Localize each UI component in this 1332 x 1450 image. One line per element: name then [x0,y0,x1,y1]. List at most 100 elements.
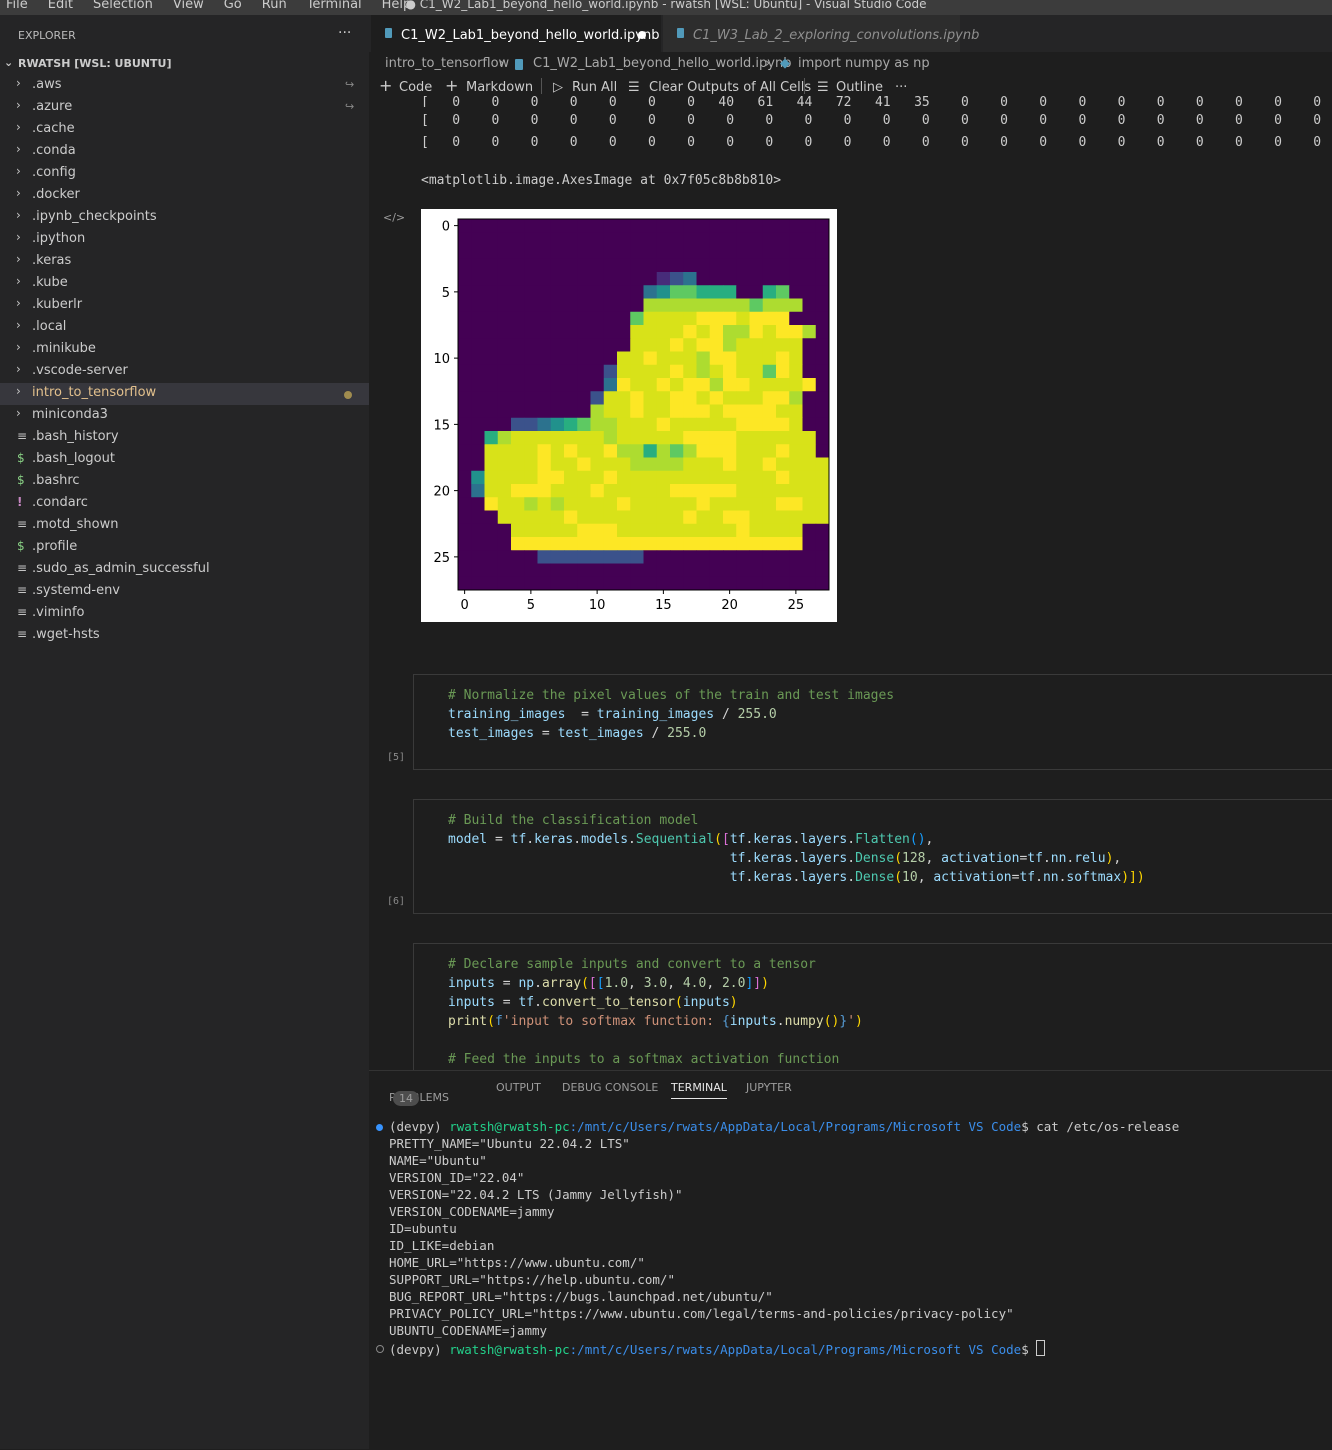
heatmap-cell [590,351,605,366]
heatmap-cell [749,272,764,286]
code-cell[interactable]: # Declare sample inputs and convert to a… [413,943,1332,1071]
tree-item[interactable]: › .local [0,317,369,339]
heatmap-cell [590,523,605,538]
tab-debug-console[interactable]: DEBUG CONSOLE [562,1081,658,1094]
heatmap-cell [577,484,591,498]
tree-item[interactable]: › .aws ↪ [0,75,369,97]
breadcrumb-symbol[interactable]: import numpy as np [798,56,930,71]
heatmap-cell [537,364,552,379]
heatmap-cell [524,285,538,299]
heatmap-cell [815,232,830,246]
heatmap-cell [537,298,552,313]
heatmap-cell [709,484,724,498]
heatmap-cell [550,325,565,339]
tab-exploring-convolutions[interactable]: C1_W3_Lab_2_exploring_convolutions.ipynb [663,15,979,52]
heatmap-cell [643,497,658,511]
tree-item[interactable]: ≡ .systemd-env [0,581,369,603]
command-pending-icon[interactable] [376,1345,384,1353]
heatmap-cell [789,404,803,419]
heatmap-cell [590,537,605,551]
heatmap-cell [458,219,472,233]
tab-jupyter[interactable]: JUPYTER [746,1081,792,1094]
heatmap-cell [471,404,485,419]
add-markdown-button[interactable]: Markdown [466,80,533,95]
heatmap-cell [458,232,472,246]
heatmap-cell [789,351,803,366]
clear-outputs-button[interactable]: Clear Outputs of All Cells [649,80,811,95]
add-code-button[interactable]: Code [399,80,432,95]
outline-button[interactable]: Outline [836,80,883,95]
heatmap-cell [537,219,552,233]
heatmap-cell [603,550,618,564]
heatmap-cell [484,378,499,392]
code-editor[interactable]: # Normalize the pixel values of the trai… [448,686,894,743]
tree-item[interactable]: ≡ .wget-hsts [0,625,369,647]
heatmap-cell [617,285,631,299]
tree-item[interactable]: › .keras [0,251,369,273]
symlink-icon: ↪ [345,78,355,91]
tree-item[interactable]: › .cache [0,119,369,141]
tree-item[interactable]: $ .bashrc [0,471,369,493]
tree-item[interactable]: › .conda [0,141,369,163]
execution-count: [5] [387,752,406,763]
tree-item[interactable]: › .kuberlr [0,295,369,317]
tree-item[interactable]: › .ipynb_checkpoints [0,207,369,229]
tree-item[interactable]: › .minikube [0,339,369,361]
heatmap-cell [617,444,631,458]
more-actions-icon[interactable]: ··· [338,25,351,41]
heatmap-cell [564,258,578,273]
tree-item[interactable]: › intro_to_tensorflow [0,383,369,405]
tree-item-label: .docker [32,187,80,202]
workspace-root[interactable]: ⌄ RWATSH [WSL: UBUNTU] [0,56,369,76]
heatmap-cell [497,563,512,578]
tree-item[interactable]: › .config [0,163,369,185]
heatmap-cell [617,563,631,578]
heatmap-cell [524,510,538,525]
heatmap-cell [458,258,472,273]
tree-item[interactable]: › .kube [0,273,369,295]
code-cell[interactable]: # Normalize the pixel values of the trai… [413,674,1332,770]
heatmap-cell [630,470,644,485]
tree-item[interactable]: $ .bash_logout [0,449,369,471]
heatmap-cell [762,232,777,246]
code-editor[interactable]: # Build the classification model model = … [448,811,1145,887]
run-all-button[interactable]: Run All [572,80,617,95]
heatmap-cell [670,311,684,326]
heatmap-cell [577,404,591,419]
tree-item[interactable]: ≡ .motd_shown [0,515,369,537]
chevron-right-icon: › [16,252,21,266]
tab-terminal[interactable]: TERMINAL [671,1081,727,1099]
heatmap-cell [524,576,538,591]
tree-item[interactable]: › miniconda3 [0,405,369,427]
heatmap-cell [656,523,671,538]
breadcrumb-folder[interactable]: intro_to_tensorflow [385,56,509,71]
heatmap-cell [776,576,790,591]
heatmap-cell [564,378,578,392]
tree-item[interactable]: $ .profile [0,537,369,559]
heatmap-cell [736,576,750,591]
tree-item[interactable]: ! .condarc [0,493,369,515]
tab-output[interactable]: OUTPUT [496,1081,541,1094]
tree-item[interactable]: › .vscode-server [0,361,369,383]
tree-item[interactable]: › .ipython [0,229,369,251]
tab-beyond-hello-world[interactable]: C1_W2_Lab1_beyond_hello_world.ipynb [371,15,661,52]
heatmap-cell [564,391,578,405]
breadcrumb-file[interactable]: C1_W2_Lab1_beyond_hello_world.ipynb [533,56,791,71]
code-line: inputs = np.array([[1.0, 3.0, 4.0, 2.0]]… [448,976,769,991]
heatmap-cell [537,391,552,405]
command-success-icon[interactable] [376,1124,383,1131]
heatmap-cell [617,272,631,286]
code-editor[interactable]: # Declare sample inputs and convert to a… [448,955,863,1069]
more-actions-icon[interactable]: ··· [895,80,907,95]
tree-item[interactable]: ≡ .bash_history [0,427,369,449]
code-output-icon[interactable]: </> [383,211,405,224]
tree-item[interactable]: ≡ .viminfo [0,603,369,625]
code-cell[interactable]: # Build the classification model model = … [413,799,1332,914]
heatmap-cell [550,285,565,299]
heatmap-cell [564,470,578,485]
tree-item[interactable]: ≡ .sudo_as_admin_successful [0,559,369,581]
tree-item[interactable]: › .azure ↪ [0,97,369,119]
unsaved-dot-icon[interactable] [638,31,646,39]
heatmap-cell [762,523,777,538]
tree-item[interactable]: › .docker [0,185,369,207]
